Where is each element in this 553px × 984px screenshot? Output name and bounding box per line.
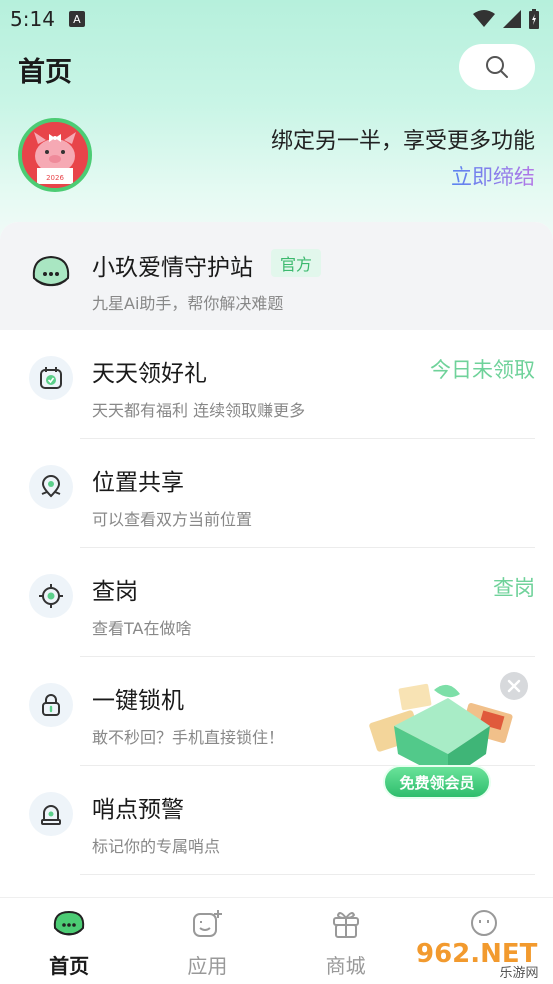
watermark-sub: 乐游网	[499, 966, 538, 980]
item-title: 查岗	[92, 579, 138, 605]
gift-box-icon	[332, 912, 359, 938]
assistant-bubble-icon	[32, 255, 70, 287]
featured-title: 小玖爱情守护站	[92, 255, 253, 281]
list-item-check-post[interactable]: 查岗 查看TA在做啥 查岗	[0, 548, 553, 657]
lock-icon	[29, 683, 73, 727]
item-subtitle: 查看TA在做啥	[92, 619, 192, 638]
official-badge: 官方	[271, 249, 322, 277]
notification-icon: A	[68, 11, 85, 27]
love-guard-station-card[interactable]: 小玖爱情守护站 官方 九星Ai助手，帮你解决难题	[0, 222, 553, 330]
item-title: 位置共享	[92, 470, 184, 496]
site-watermark-logo: 962.NET 乐游网	[416, 939, 548, 980]
wifi-icon	[473, 10, 495, 27]
list-item-daily-gift[interactable]: 天天领好礼 天天都有福利 连续领取赚更多 今日未领取	[0, 330, 553, 439]
item-title: 哨点预警	[92, 797, 184, 823]
tab-home[interactable]: 首页	[0, 898, 138, 984]
close-icon[interactable]	[500, 672, 528, 700]
status-bar: 5:14 A	[0, 0, 553, 38]
location-pin-icon	[29, 465, 73, 509]
bind-now-link[interactable]: 立即缔结	[451, 161, 535, 191]
tab-label: 商城	[325, 954, 366, 978]
calendar-check-icon	[29, 356, 73, 400]
free-membership-button[interactable]: 免费领会员	[383, 765, 491, 799]
home-bubble-icon	[53, 910, 85, 936]
tab-label: 首页	[49, 954, 90, 978]
item-title: 一键锁机	[92, 688, 184, 714]
search-icon	[486, 56, 508, 78]
battery-icon	[529, 9, 539, 29]
featured-subtitle: 九星Ai助手，帮你解决难题	[92, 294, 284, 313]
signal-icon	[503, 10, 521, 28]
pig-mascot-icon: 2026	[22, 122, 88, 188]
bind-prompt: 绑定另一半，享受更多功能	[270, 129, 535, 154]
divider	[80, 874, 535, 875]
target-icon	[29, 574, 73, 618]
list-item-location-share[interactable]: 位置共享 可以查看双方当前位置	[0, 439, 553, 548]
apps-icon	[193, 910, 223, 937]
item-status: 今日未领取	[430, 358, 535, 382]
tab-mall[interactable]: 商城	[277, 898, 415, 984]
page-title: 首页	[18, 57, 72, 88]
tab-apps[interactable]: 应用	[138, 898, 276, 984]
alarm-bell-icon	[29, 792, 73, 836]
item-subtitle: 可以查看双方当前位置	[92, 510, 253, 529]
status-time: 5:14	[10, 7, 55, 31]
item-subtitle: 敢不秒回？手机直接锁住！	[92, 728, 285, 747]
tab-label: 应用	[187, 954, 228, 978]
item-subtitle: 天天都有福利 连续领取赚更多	[92, 401, 306, 420]
item-title: 天天领好礼	[92, 361, 207, 387]
item-subtitle: 标记你的专属哨点	[92, 837, 221, 856]
search-button[interactable]	[459, 44, 535, 90]
avatar-year: 2026	[46, 174, 64, 182]
avatar[interactable]: 2026	[18, 118, 92, 192]
item-status: 查岗	[493, 576, 535, 600]
